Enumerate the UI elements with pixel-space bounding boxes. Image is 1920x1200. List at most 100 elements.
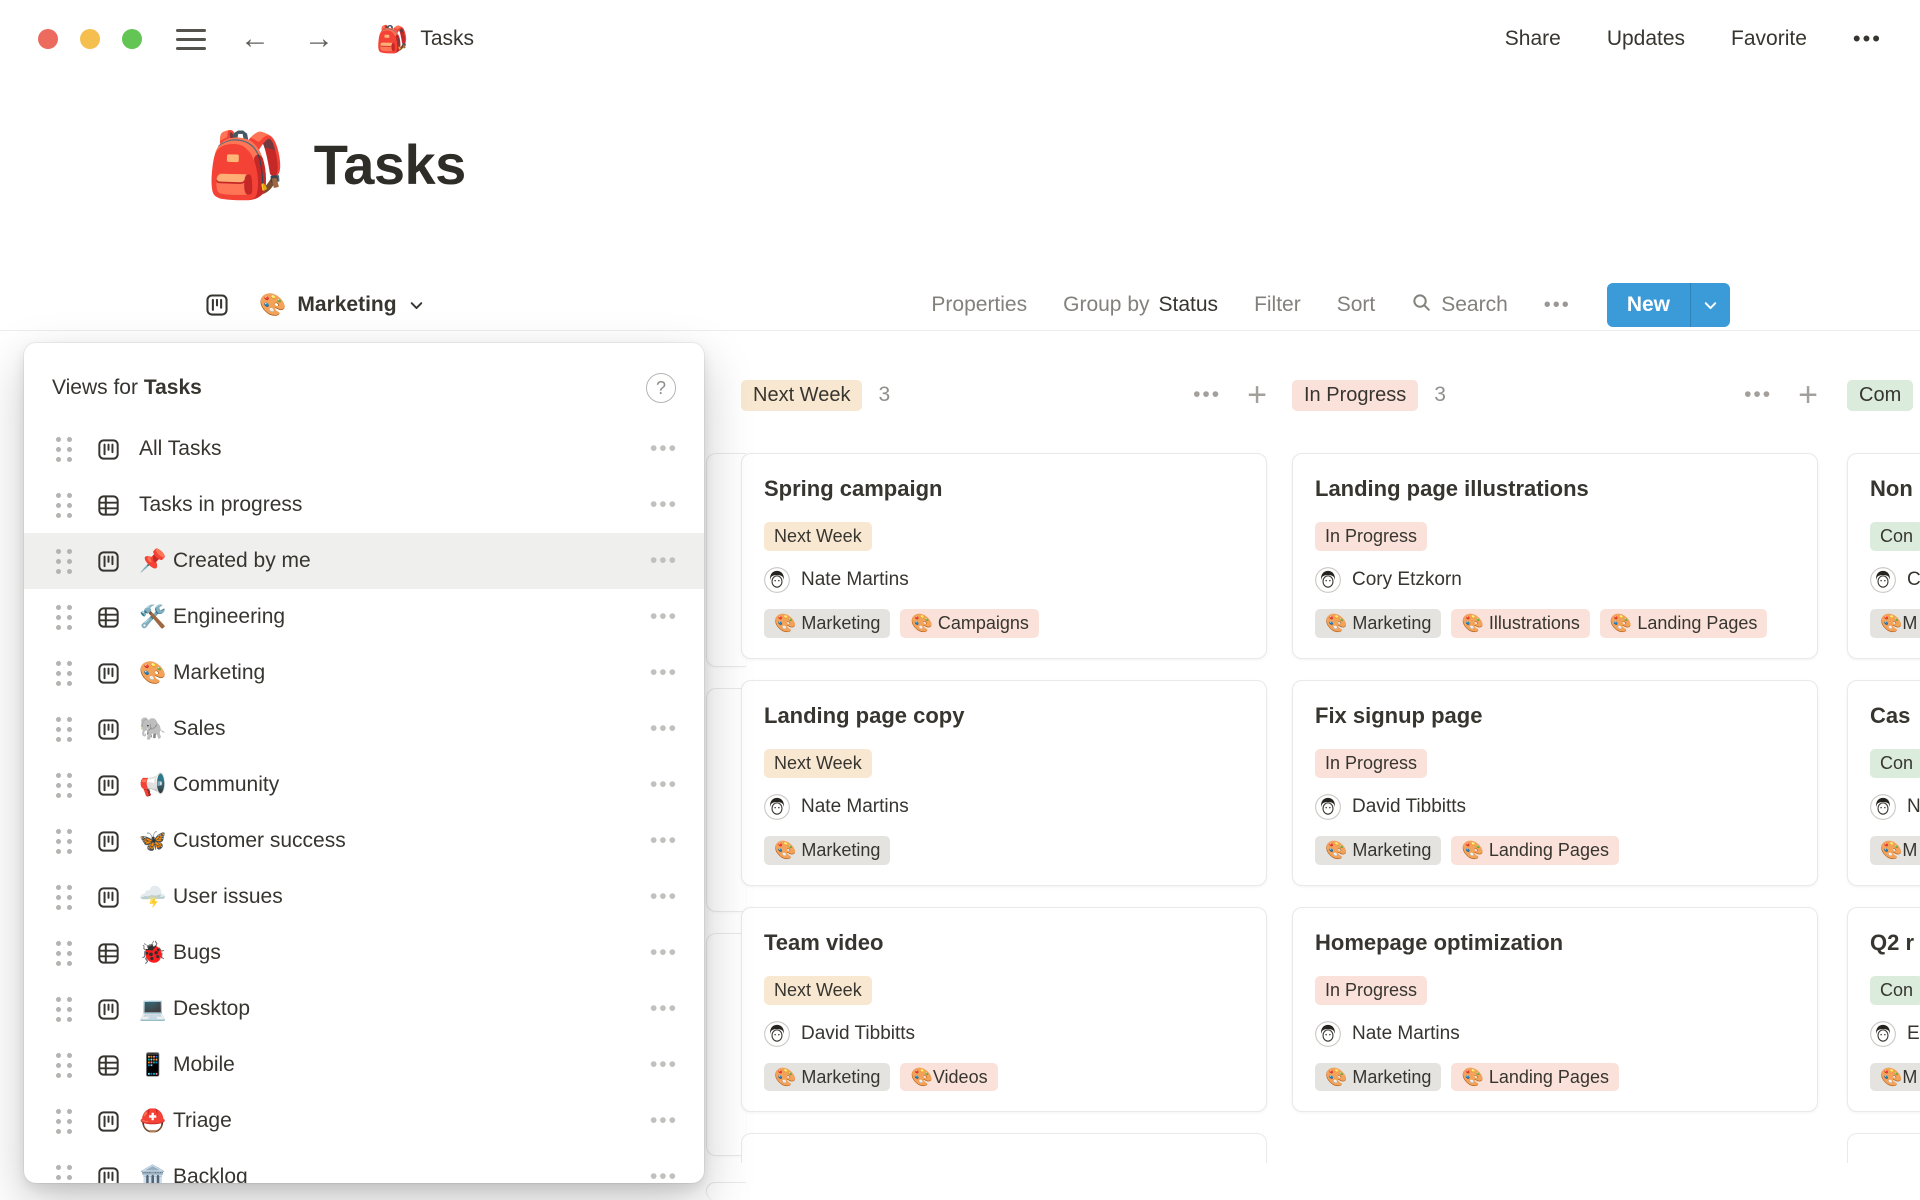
task-card[interactable]: Homepage optimizationIn ProgressNate Mar… xyxy=(1292,907,1818,1113)
new-button-label[interactable]: New xyxy=(1607,283,1690,327)
view-switcher[interactable]: 🎨 Marketing xyxy=(204,292,425,318)
page-icon[interactable]: 🎒 xyxy=(206,133,286,197)
card-status-tag[interactable]: Con xyxy=(1870,976,1920,1005)
tag[interactable]: 🎨 Marketing xyxy=(1315,1063,1441,1092)
column-status-badge[interactable]: Next Week xyxy=(741,380,862,411)
tag[interactable]: 🎨 Marketing xyxy=(764,1063,890,1092)
view-item-more-icon[interactable]: ••• xyxy=(650,941,678,965)
views-list-item-backlog[interactable]: 🏛️Backlog••• xyxy=(24,1149,704,1183)
tag[interactable]: 🎨M xyxy=(1870,609,1920,638)
column-add-card-icon[interactable]: + xyxy=(1247,378,1267,412)
forward-icon[interactable]: → xyxy=(304,24,334,54)
card-status-tag[interactable]: Con xyxy=(1870,522,1920,551)
task-card[interactable]: Landing page illustrationsIn ProgressCor… xyxy=(1292,453,1818,659)
task-card[interactable]: NonConC🎨M xyxy=(1847,453,1920,659)
tag[interactable]: 🎨 Landing Pages xyxy=(1451,1063,1619,1092)
card-assignee[interactable]: Nate Martins xyxy=(1315,1021,1795,1047)
task-card[interactable]: Landing page copyNext WeekNate Martins🎨 … xyxy=(741,680,1267,886)
tag[interactable]: 🎨 Marketing xyxy=(1315,609,1441,638)
view-item-more-icon[interactable]: ••• xyxy=(650,1109,678,1133)
toolbar-more-icon[interactable]: ••• xyxy=(1544,294,1571,317)
tag[interactable]: 🎨 Landing Pages xyxy=(1600,609,1768,638)
sort-button[interactable]: Sort xyxy=(1337,293,1376,317)
drag-handle-icon[interactable] xyxy=(56,437,72,462)
view-item-more-icon[interactable]: ••• xyxy=(650,829,678,853)
more-options-icon[interactable]: ••• xyxy=(1853,28,1882,50)
drag-handle-icon[interactable] xyxy=(56,1109,72,1134)
filter-button[interactable]: Filter xyxy=(1254,293,1301,317)
views-list-item-marketing[interactable]: 🎨Marketing••• xyxy=(24,645,704,701)
share-button[interactable]: Share xyxy=(1505,27,1561,51)
card-status-tag[interactable]: Next Week xyxy=(764,749,872,778)
drag-handle-icon[interactable] xyxy=(56,773,72,798)
menu-icon[interactable] xyxy=(176,29,206,50)
tag[interactable]: 🎨 Marketing xyxy=(764,836,890,865)
properties-button[interactable]: Properties xyxy=(931,293,1027,317)
back-icon[interactable]: ← xyxy=(240,24,270,54)
card-assignee[interactable]: Nate Martins xyxy=(764,794,1244,820)
search-button[interactable]: Search xyxy=(1411,292,1508,319)
view-item-more-icon[interactable]: ••• xyxy=(650,437,678,461)
view-item-more-icon[interactable]: ••• xyxy=(650,885,678,909)
views-list-item-all-tasks[interactable]: All Tasks••• xyxy=(24,421,704,477)
tag[interactable]: 🎨M xyxy=(1870,836,1920,865)
column-add-card-icon[interactable]: + xyxy=(1798,378,1818,412)
card-assignee[interactable]: David Tibbitts xyxy=(764,1021,1244,1047)
card-status-tag[interactable]: In Progress xyxy=(1315,976,1427,1005)
drag-handle-icon[interactable] xyxy=(56,549,72,574)
tag[interactable]: 🎨 Illustrations xyxy=(1451,609,1589,638)
drag-handle-icon[interactable] xyxy=(56,661,72,686)
views-list-item-desktop[interactable]: 💻Desktop••• xyxy=(24,981,704,1037)
views-list-item-created-by-me[interactable]: 📌Created by me••• xyxy=(24,533,704,589)
views-list-item-triage[interactable]: ⛑️Triage••• xyxy=(24,1093,704,1149)
task-card[interactable]: Team videoNext WeekDavid Tibbitts🎨 Marke… xyxy=(741,907,1267,1113)
column-status-badge[interactable]: In Progress xyxy=(1292,380,1418,411)
task-card[interactable]: Fix signup pageIn ProgressDavid Tibbitts… xyxy=(1292,680,1818,886)
card-status-tag[interactable]: In Progress xyxy=(1315,749,1427,778)
card-assignee[interactable]: N xyxy=(1870,794,1920,820)
task-card[interactable]: Q2 rConE🎨M xyxy=(1847,907,1920,1113)
new-button[interactable]: New xyxy=(1607,283,1730,327)
view-item-more-icon[interactable]: ••• xyxy=(650,997,678,1021)
drag-handle-icon[interactable] xyxy=(56,1053,72,1078)
tag[interactable]: 🎨 Landing Pages xyxy=(1451,836,1619,865)
drag-handle-icon[interactable] xyxy=(56,717,72,742)
views-list-item-bugs[interactable]: 🐞Bugs••• xyxy=(24,925,704,981)
new-button-chevron-icon[interactable] xyxy=(1690,283,1730,327)
help-icon[interactable]: ? xyxy=(646,373,676,403)
card-assignee[interactable]: Nate Martins xyxy=(764,567,1244,593)
views-list-item-tasks-in-progress[interactable]: Tasks in progress••• xyxy=(24,477,704,533)
view-item-more-icon[interactable]: ••• xyxy=(650,773,678,797)
zoom-window-icon[interactable] xyxy=(122,29,142,49)
views-list-item-mobile[interactable]: 📱Mobile••• xyxy=(24,1037,704,1093)
partially-visible-card[interactable] xyxy=(1847,1133,1920,1163)
view-item-more-icon[interactable]: ••• xyxy=(650,1053,678,1077)
card-assignee[interactable]: C xyxy=(1870,567,1920,593)
views-list-item-sales[interactable]: 🐘Sales••• xyxy=(24,701,704,757)
favorite-button[interactable]: Favorite xyxy=(1731,27,1807,51)
updates-button[interactable]: Updates xyxy=(1607,27,1685,51)
tag[interactable]: 🎨 Marketing xyxy=(1315,836,1441,865)
card-status-tag[interactable]: In Progress xyxy=(1315,522,1427,551)
view-item-more-icon[interactable]: ••• xyxy=(650,549,678,573)
card-assignee[interactable]: David Tibbitts xyxy=(1315,794,1795,820)
card-assignee[interactable]: Cory Etzkorn xyxy=(1315,567,1795,593)
drag-handle-icon[interactable] xyxy=(56,605,72,630)
views-list-item-community[interactable]: 📢Community••• xyxy=(24,757,704,813)
views-list-item-engineering[interactable]: 🛠️Engineering••• xyxy=(24,589,704,645)
view-item-more-icon[interactable]: ••• xyxy=(650,661,678,685)
view-item-more-icon[interactable]: ••• xyxy=(650,1165,678,1183)
tag[interactable]: 🎨 Marketing xyxy=(764,609,890,638)
group-by-button[interactable]: Group by Status xyxy=(1063,293,1218,317)
drag-handle-icon[interactable] xyxy=(56,829,72,854)
tag[interactable]: 🎨M xyxy=(1870,1063,1920,1092)
task-card[interactable]: Spring campaignNext WeekNate Martins🎨 Ma… xyxy=(741,453,1267,659)
drag-handle-icon[interactable] xyxy=(56,885,72,910)
drag-handle-icon[interactable] xyxy=(56,493,72,518)
task-card[interactable]: CasConN🎨M xyxy=(1847,680,1920,886)
partially-visible-card[interactable] xyxy=(741,1133,1267,1163)
card-status-tag[interactable]: Next Week xyxy=(764,522,872,551)
tag[interactable]: 🎨Videos xyxy=(900,1063,997,1092)
drag-handle-icon[interactable] xyxy=(56,941,72,966)
views-list-item-customer-success[interactable]: 🦋Customer success••• xyxy=(24,813,704,869)
